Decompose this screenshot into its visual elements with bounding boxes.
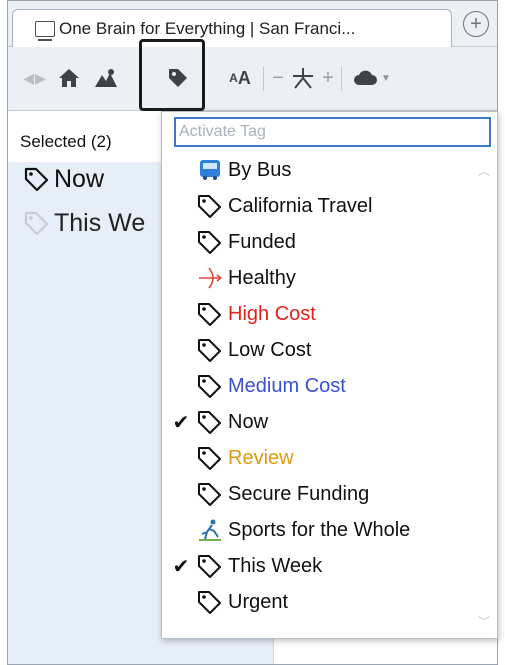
chevron-down-icon[interactable]: ▼ (381, 73, 391, 84)
zoom-in-button[interactable]: + (320, 63, 336, 93)
font-size-icon[interactable]: AA (222, 63, 258, 93)
zoom-out-button[interactable]: − (270, 63, 286, 93)
selected-tag-label: Now (54, 164, 105, 193)
tag-menu-item-label: This Week (228, 554, 323, 577)
selected-count-label: Selected (2) (20, 132, 112, 151)
tag-menu-item-label: Low Cost (228, 338, 312, 361)
tag-menu-item[interactable]: Secure Funding (162, 476, 482, 512)
tab-bar: One Brain for Everything | San Franci...… (8, 1, 497, 47)
tag-icon (24, 167, 49, 191)
selected-tag-now[interactable]: Now (24, 162, 104, 196)
scroll-up-icon[interactable]: ︿ (478, 162, 490, 179)
tag-icon (192, 372, 228, 400)
tag-icon (24, 211, 49, 235)
tag-icon (192, 408, 228, 436)
tag-menu-item[interactable]: By Bus (162, 152, 482, 188)
tag-menu-item-label: Now (228, 410, 269, 433)
check-icon: ✔ (172, 555, 190, 578)
tag-menu-item-label: Sports for the Whole (228, 518, 411, 541)
plus-circle-icon[interactable]: + (463, 11, 489, 37)
tab-title: One Brain for Everything | San Franci... (59, 18, 356, 38)
tag-dropdown: By Bus California Travel Funded Healthy High… (161, 111, 498, 639)
toolbar-separator (341, 67, 342, 91)
tag-menu-item[interactable]: Urgent (162, 584, 482, 620)
selected-tag-label: This We (54, 208, 146, 237)
tag-menu-item[interactable]: High Cost (162, 296, 482, 332)
tag-menu-item[interactable]: California Travel (162, 188, 482, 224)
tag-menu-item-label: Review (228, 446, 294, 469)
tag-menu-item[interactable]: Funded (162, 224, 482, 260)
tag-button-highlight (139, 39, 205, 111)
back-forward-icon[interactable]: ◀▶ (18, 63, 52, 93)
activate-tag-search-input[interactable] (174, 117, 491, 147)
graph-icon[interactable] (288, 63, 318, 93)
tag-icon (192, 228, 228, 256)
tag-menu-item[interactable]: Review (162, 440, 482, 476)
tag-menu-item[interactable]: Sports for the Whole (162, 512, 482, 548)
tag-menu-item-label: High Cost (228, 302, 316, 325)
tag-menu-item[interactable]: Low Cost (162, 332, 482, 368)
toolbar-separator (263, 67, 264, 91)
runner-icon (192, 516, 228, 544)
monitor-icon (35, 20, 55, 37)
cloud-icon[interactable]: ▼ (350, 63, 394, 93)
tag-menu-item[interactable]: Medium Cost (162, 368, 482, 404)
tab-one-brain[interactable]: One Brain for Everything | San Franci... (12, 9, 452, 47)
tag-list: By Bus California Travel Funded Healthy High… (162, 152, 482, 620)
tag-menu-item-label: Funded (228, 230, 296, 253)
scroll-down-icon[interactable]: ﹀ (478, 613, 490, 630)
tag-icon (192, 552, 228, 580)
tag-icon (192, 336, 228, 364)
bow-arrow-icon (192, 264, 228, 292)
tag-icon (192, 300, 228, 328)
toolbar: ◀▶ AA − + ▼ (8, 47, 497, 111)
tag-menu-item-label: California Travel (228, 194, 373, 217)
map-icon[interactable] (90, 63, 122, 93)
tag-menu-item-label: Urgent (228, 590, 289, 613)
tag-menu-item-label: Secure Funding (228, 482, 370, 505)
bus-icon (192, 156, 228, 184)
tag-menu-item[interactable]: ✔ Now (162, 404, 482, 440)
tag-menu-item[interactable]: ✔ This Week (162, 548, 482, 584)
home-icon[interactable] (54, 63, 84, 93)
tag-menu-item-label: Medium Cost (228, 374, 346, 397)
tag-menu-item-label: By Bus (228, 158, 292, 181)
tag-icon (192, 444, 228, 472)
tag-icon (192, 192, 228, 220)
tag-menu-item[interactable]: Healthy (162, 260, 482, 296)
check-icon: ✔ (172, 411, 190, 434)
tag-icon (192, 588, 228, 616)
tag-icon (192, 480, 228, 508)
tag-menu-item-label: Healthy (228, 266, 296, 289)
selected-tag-this-week[interactable]: This We (24, 206, 145, 240)
